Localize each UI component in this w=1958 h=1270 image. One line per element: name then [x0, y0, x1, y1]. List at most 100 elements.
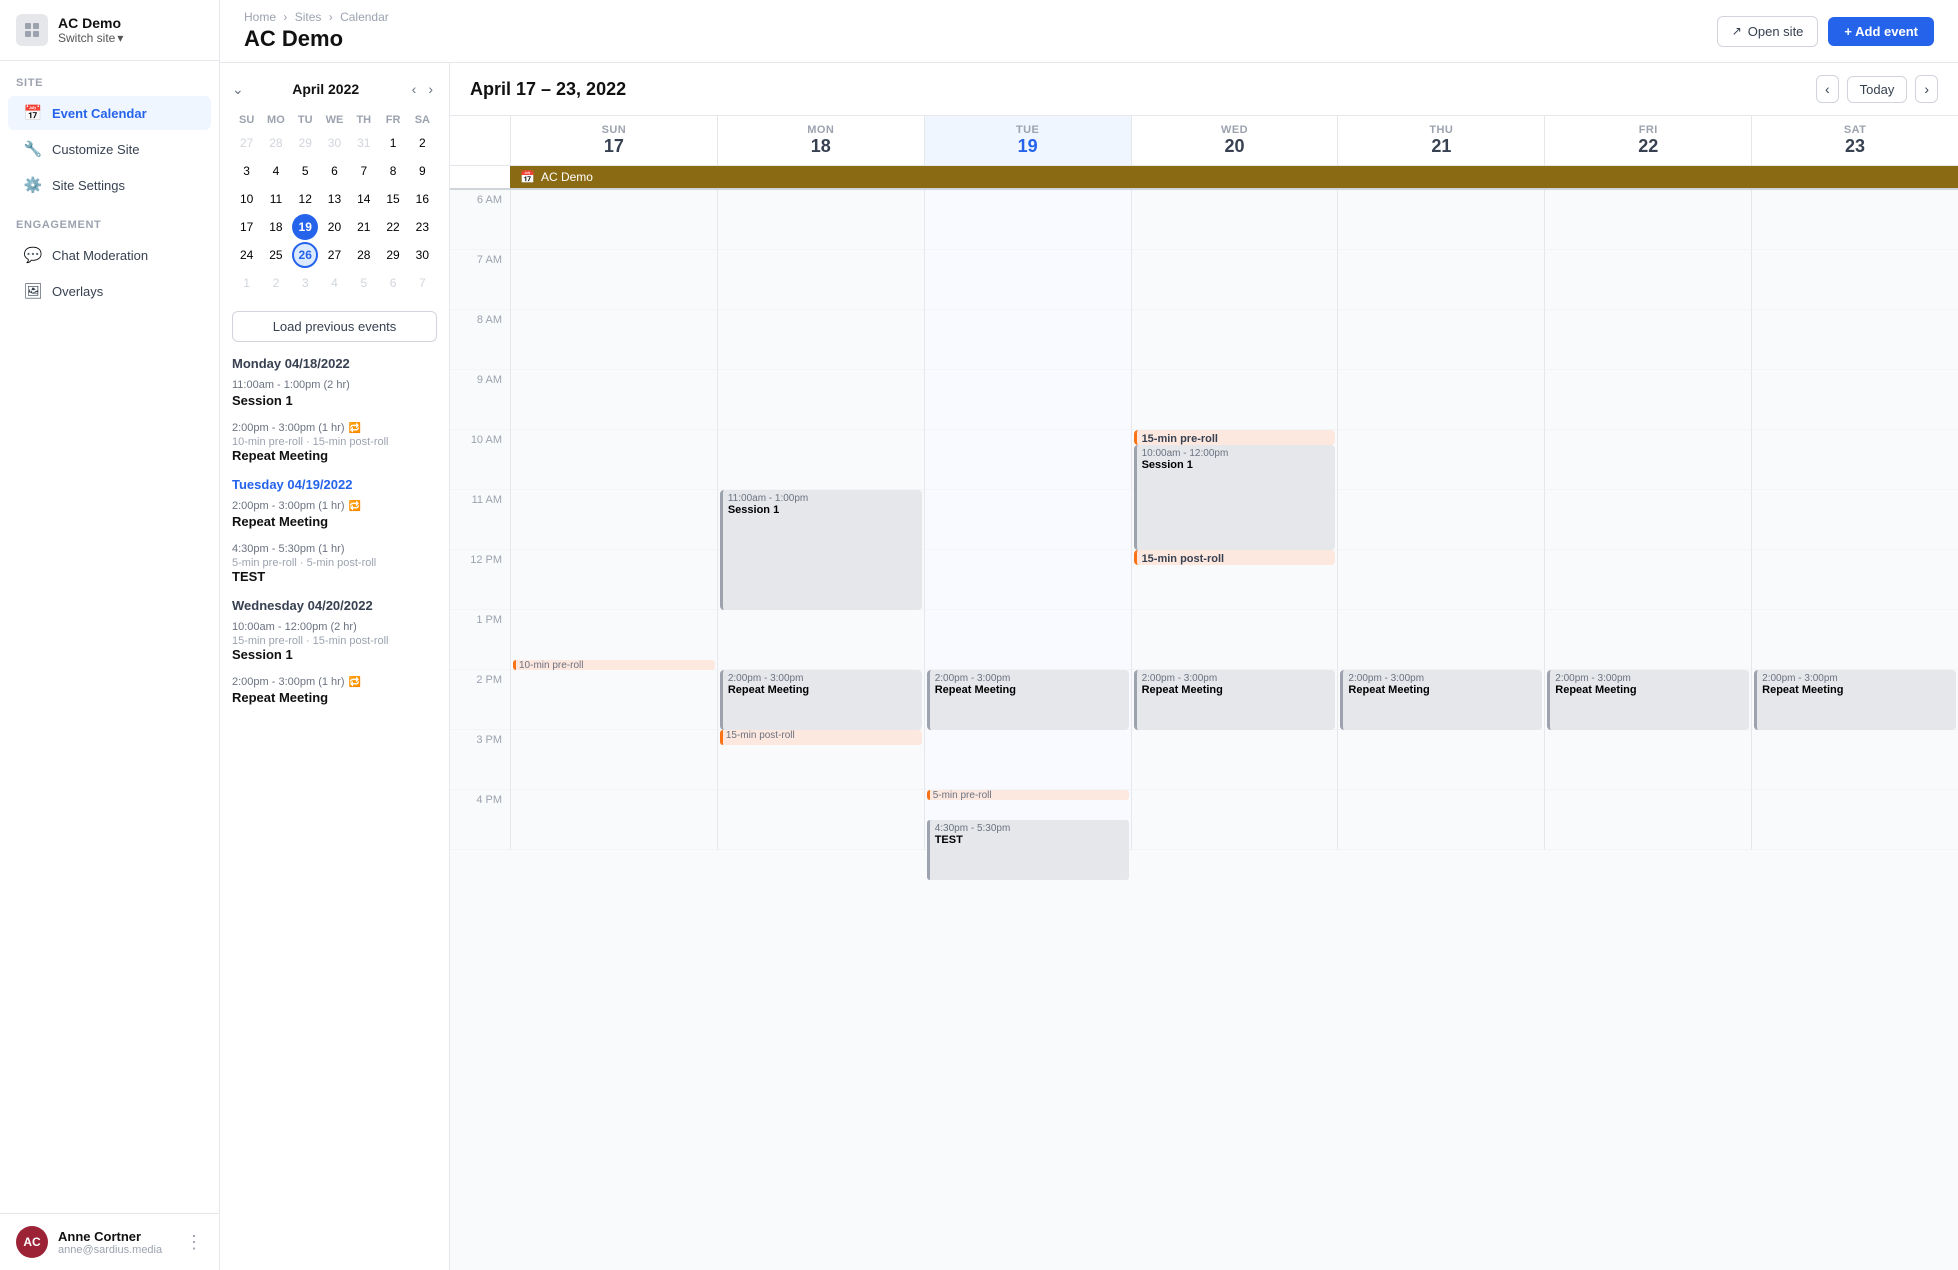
- calendar-week-title: April 17 – 23, 2022: [470, 79, 626, 100]
- calendar-next-button[interactable]: ›: [1915, 75, 1938, 103]
- breadcrumb-sites[interactable]: Sites: [295, 10, 322, 24]
- sidebar-item-customize-site[interactable]: 🔧 Customize Site: [8, 132, 211, 166]
- mini-cal-prev-button[interactable]: ‹: [408, 79, 421, 99]
- sidebar-item-overlays[interactable]: 🖼 Overlays: [8, 274, 211, 308]
- mini-cal-day[interactable]: 11: [263, 186, 289, 212]
- sidebar-item-label: Customize Site: [52, 142, 139, 157]
- mini-cal-day[interactable]: 24: [234, 242, 260, 268]
- mini-cal-day-range[interactable]: 26: [292, 242, 318, 268]
- cal-event-15min-postroll[interactable]: 15-min post-roll: [1134, 550, 1336, 565]
- mini-cal-day[interactable]: 4: [263, 158, 289, 184]
- list-item[interactable]: 2:00pm - 3:00pm (1 hr) 🔁 Repeat Meeting: [232, 500, 437, 529]
- day-col-mon-6: [717, 190, 924, 250]
- breadcrumb-home[interactable]: Home: [244, 10, 276, 24]
- mini-cal-day[interactable]: 21: [351, 214, 377, 240]
- mini-cal-day[interactable]: 27: [321, 242, 347, 268]
- mini-cal-day[interactable]: 17: [234, 214, 260, 240]
- mini-cal-day[interactable]: 2: [409, 130, 435, 156]
- load-previous-events-button[interactable]: Load previous events: [232, 311, 437, 342]
- mini-cal-day[interactable]: 2: [263, 270, 289, 296]
- mini-cal-day[interactable]: 7: [351, 158, 377, 184]
- mini-cal-day[interactable]: 30: [321, 130, 347, 156]
- cal-event-repeat-mon[interactable]: 2:00pm - 3:00pm Repeat Meeting: [720, 670, 922, 730]
- cal-event-15min-postroll-mon[interactable]: 15-min post-roll: [720, 730, 922, 745]
- mini-cal-day[interactable]: 29: [292, 130, 318, 156]
- breadcrumb-calendar[interactable]: Calendar: [340, 10, 389, 24]
- mini-cal-day[interactable]: 15: [380, 186, 406, 212]
- cal-event-repeat-wed[interactable]: 2:00pm - 3:00pm Repeat Meeting: [1134, 670, 1336, 730]
- mini-cal-day[interactable]: 9: [409, 158, 435, 184]
- mini-cal-day[interactable]: 3: [234, 158, 260, 184]
- list-item[interactable]: 2:00pm - 3:00pm (1 hr) 🔁 10-min pre-roll…: [232, 422, 437, 463]
- brand-name: AC Demo: [58, 15, 123, 31]
- list-item[interactable]: 4:30pm - 5:30pm (1 hr) 5-min pre-roll · …: [232, 543, 437, 584]
- day-header-sat: SAT 23: [1751, 116, 1958, 165]
- mini-cal-day[interactable]: 22: [380, 214, 406, 240]
- sidebar-item-event-calendar[interactable]: 📅 Event Calendar: [8, 96, 211, 130]
- list-item[interactable]: 10:00am - 12:00pm (2 hr) 15-min pre-roll…: [232, 621, 437, 662]
- cal-event-5min-preroll-tue[interactable]: 5-min pre-roll: [927, 790, 1129, 800]
- mini-cal-header: ⌄ April 2022 ‹ ›: [232, 79, 437, 99]
- cal-event-repeat-sat[interactable]: 2:00pm - 3:00pm Repeat Meeting: [1754, 670, 1956, 730]
- event-list-day-header-wednesday: Wednesday 04/20/2022: [232, 598, 437, 613]
- event-time: 10:00am - 12:00pm (2 hr): [232, 621, 437, 633]
- cal-event-15min-preroll[interactable]: 15-min pre-roll: [1134, 430, 1336, 445]
- mini-cal-day[interactable]: 10: [234, 186, 260, 212]
- cal-event-repeat-tue[interactable]: 2:00pm - 3:00pm Repeat Meeting: [927, 670, 1129, 730]
- calendar-icon: 📅: [24, 104, 42, 122]
- mini-cal-day[interactable]: 28: [351, 242, 377, 268]
- list-item[interactable]: 11:00am - 1:00pm (2 hr) Session 1: [232, 379, 437, 408]
- mini-cal-day[interactable]: 1: [380, 130, 406, 156]
- list-item[interactable]: 2:00pm - 3:00pm (1 hr) 🔁 Repeat Meeting: [232, 676, 437, 705]
- mini-cal-day[interactable]: 7: [409, 270, 435, 296]
- switch-site-btn[interactable]: Switch site ▾: [58, 31, 123, 45]
- mini-cal-next-button[interactable]: ›: [424, 79, 437, 99]
- sidebar-item-label: Site Settings: [52, 178, 125, 193]
- mini-cal-day[interactable]: 5: [292, 158, 318, 184]
- day-header-thu: THU 21: [1337, 116, 1544, 165]
- mini-cal-day[interactable]: 18: [263, 214, 289, 240]
- calendar-today-button[interactable]: Today: [1847, 76, 1908, 103]
- calendar-navigation: ‹ Today ›: [1816, 75, 1938, 103]
- mini-cal-day[interactable]: 8: [380, 158, 406, 184]
- day-col-tue-4: 5-min pre-roll 4:30pm - 5:30pm TEST: [924, 790, 1131, 850]
- cal-event-session1-mon[interactable]: 11:00am - 1:00pm Session 1: [720, 490, 922, 610]
- mini-cal-day[interactable]: 25: [263, 242, 289, 268]
- cal-event-test-tue[interactable]: 4:30pm - 5:30pm TEST: [927, 820, 1129, 880]
- day-col-mon-7: [717, 250, 924, 310]
- mini-cal-day[interactable]: 3: [292, 270, 318, 296]
- day-col-thu-2: 2:00pm - 3:00pm Repeat Meeting: [1337, 670, 1544, 730]
- sidebar-item-chat-moderation[interactable]: 💬 Chat Moderation: [8, 238, 211, 272]
- mini-cal-day[interactable]: 1: [234, 270, 260, 296]
- open-site-button[interactable]: ↗ Open site: [1717, 16, 1819, 47]
- mini-cal-day[interactable]: 31: [351, 130, 377, 156]
- cal-event-10min-preroll-mon[interactable]: 10-min pre-roll: [513, 660, 715, 670]
- cal-event-session1-wed[interactable]: 10:00am - 12:00pm Session 1: [1134, 445, 1336, 550]
- mini-cal-day[interactable]: 6: [380, 270, 406, 296]
- mini-cal-day[interactable]: 28: [263, 130, 289, 156]
- mini-cal-day[interactable]: 5: [351, 270, 377, 296]
- mini-cal-day-selected[interactable]: 19: [292, 214, 318, 240]
- mini-cal-day[interactable]: 27: [234, 130, 260, 156]
- mini-cal-day[interactable]: 14: [351, 186, 377, 212]
- mini-cal-day[interactable]: 29: [380, 242, 406, 268]
- mini-cal-day[interactable]: 30: [409, 242, 435, 268]
- add-event-button[interactable]: + Add event: [1828, 17, 1934, 46]
- allday-event-bar[interactable]: 📅 AC Demo: [510, 166, 1958, 188]
- mini-cal-day[interactable]: 12: [292, 186, 318, 212]
- sidebar-item-site-settings[interactable]: ⚙️ Site Settings: [8, 168, 211, 202]
- mini-cal-day[interactable]: 6: [321, 158, 347, 184]
- calendar-prev-button[interactable]: ‹: [1816, 75, 1839, 103]
- mini-cal-nav: ‹ ›: [408, 79, 437, 99]
- user-menu-button[interactable]: ⋮: [185, 1232, 203, 1253]
- mini-cal-collapse-button[interactable]: ⌄: [232, 81, 244, 98]
- sidebar-header: AC Demo Switch site ▾: [0, 0, 219, 61]
- time-grid-scroll[interactable]: 6 AM 7 AM: [450, 190, 1958, 1270]
- mini-cal-day[interactable]: 13: [321, 186, 347, 212]
- mini-cal-day[interactable]: 4: [321, 270, 347, 296]
- cal-event-repeat-thu[interactable]: 2:00pm - 3:00pm Repeat Meeting: [1340, 670, 1542, 730]
- mini-cal-day[interactable]: 16: [409, 186, 435, 212]
- mini-cal-day[interactable]: 20: [321, 214, 347, 240]
- cal-event-repeat-fri[interactable]: 2:00pm - 3:00pm Repeat Meeting: [1547, 670, 1749, 730]
- mini-cal-day[interactable]: 23: [409, 214, 435, 240]
